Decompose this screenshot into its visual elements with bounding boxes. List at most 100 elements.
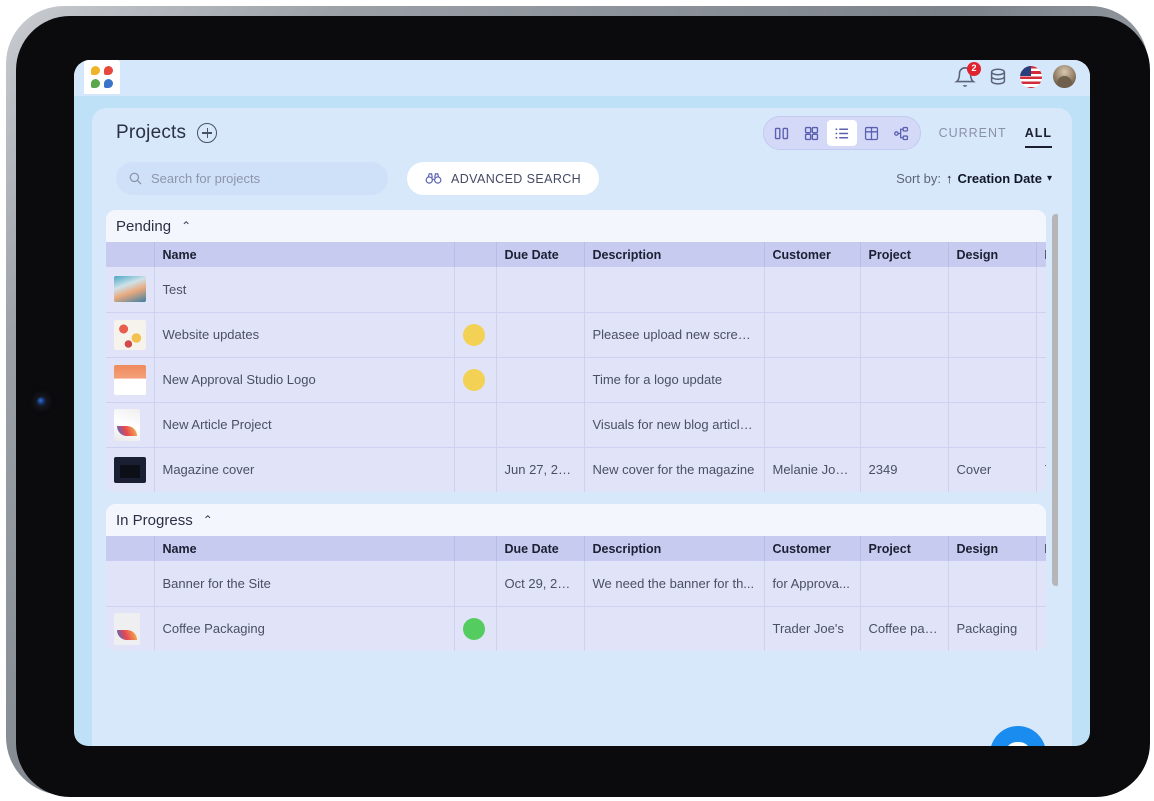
table-row[interactable]: Magazine cover Jun 27, 2024 New cover for …	[106, 447, 1046, 492]
project-thumbnail-image	[114, 408, 140, 441]
projects-scroll-area[interactable]: Pending ⌃ Name Due Date Description Customer P…	[106, 210, 1058, 746]
table-row[interactable]: Coffee Packaging Trader Joe's Coffee pack.…	[106, 606, 1046, 651]
row-status-cell[interactable]	[454, 561, 497, 607]
cell-customer: for Approva...	[764, 561, 861, 607]
tablet-device-frame: 2 Projects CURRENT ALL Search for projec…	[6, 6, 1150, 797]
cell-name: Banner for the Site	[154, 561, 455, 607]
column-header-customer[interactable]: Customer	[764, 242, 861, 267]
search-input[interactable]: Search for projects	[116, 162, 388, 195]
project-group: Pending ⌃ Name Due Date Description Customer P…	[106, 210, 1046, 492]
table-row[interactable]: New Article Project Visuals for new blog …	[106, 402, 1046, 448]
row-thumbnail-cell	[106, 357, 155, 403]
table-row[interactable]: Website updates Pleasee upload new screen…	[106, 312, 1046, 358]
cell-description: Visuals for new blog article ...	[584, 402, 765, 448]
cell-revision: 7	[1036, 447, 1046, 492]
approval-studio-logo-icon	[91, 66, 113, 88]
column-header-due-date[interactable]: Due Date	[496, 242, 585, 267]
row-status-cell[interactable]	[454, 606, 497, 651]
grid-view-icon[interactable]	[797, 120, 827, 146]
notifications-icon[interactable]: 2	[954, 61, 981, 88]
chevron-up-icon[interactable]: ⌃	[203, 514, 213, 526]
column-header[interactable]	[454, 242, 497, 267]
column-header-revision[interactable]: Revision	[1036, 242, 1046, 267]
column-header-design[interactable]: Design	[948, 536, 1037, 561]
cell-due-date	[496, 267, 585, 313]
notification-badge: 2	[967, 61, 981, 76]
column-header[interactable]	[106, 536, 155, 561]
row-thumbnail-cell	[106, 561, 155, 607]
cell-description	[584, 606, 765, 651]
header-right-controls: CURRENT ALL	[762, 116, 1053, 150]
cell-customer: Melanie Joh...	[764, 447, 861, 492]
chat-bubble-icon	[1005, 742, 1031, 746]
view-switcher	[762, 116, 921, 150]
vertical-scrollbar-thumb[interactable]	[1052, 214, 1058, 586]
column-header-project[interactable]: Project	[860, 242, 949, 267]
column-header-design[interactable]: Design	[948, 242, 1037, 267]
group-header-in-progress[interactable]: In Progress ⌃	[106, 504, 1046, 536]
cell-project	[860, 267, 949, 313]
tab-all[interactable]: ALL	[1024, 126, 1053, 148]
row-status-cell[interactable]	[454, 357, 497, 403]
column-header[interactable]	[454, 536, 497, 561]
list-view-icon[interactable]	[826, 120, 857, 146]
group-title: Pending	[116, 217, 172, 235]
group-header-pending[interactable]: Pending ⌃	[106, 210, 1046, 242]
group-title: In Progress	[116, 511, 193, 529]
columns-view-icon[interactable]	[767, 120, 797, 146]
sort-control[interactable]: Sort by: ↑ Creation Date ▾	[896, 171, 1052, 186]
table-row[interactable]: Test	[106, 267, 1046, 313]
advanced-search-button[interactable]: ADVANCED SEARCH	[407, 162, 600, 195]
cell-revision	[1036, 402, 1046, 448]
column-header-customer[interactable]: Customer	[764, 536, 861, 561]
cell-name: New Article Project	[154, 402, 455, 448]
app-screen: 2 Projects CURRENT ALL Search for projec…	[74, 60, 1090, 746]
row-status-cell[interactable]	[454, 312, 497, 358]
project-thumbnail-image	[114, 364, 146, 395]
row-status-cell[interactable]	[454, 402, 497, 448]
column-header-revision[interactable]: Revision	[1036, 536, 1046, 561]
sort-field-value[interactable]: Creation Date	[957, 171, 1042, 186]
cell-name: Coffee Packaging	[154, 606, 455, 651]
hierarchy-view-icon[interactable]	[887, 120, 917, 146]
project-group: In Progress ⌃ Name Due Date Description Custo…	[106, 504, 1046, 651]
table-header-row: Name Due Date Description Customer Project De…	[106, 242, 1046, 267]
column-header-project[interactable]: Project	[860, 536, 949, 561]
cell-design	[948, 357, 1037, 403]
column-header-name[interactable]: Name	[154, 242, 455, 267]
cell-customer: Trader Joe's	[764, 606, 861, 651]
row-status-cell[interactable]	[454, 447, 497, 492]
row-thumbnail-cell	[106, 606, 155, 651]
cell-design: Packaging	[948, 606, 1037, 651]
sort-direction-icon[interactable]: ↑	[946, 171, 953, 186]
projects-table: Name Due Date Description Customer Project De…	[106, 242, 1046, 492]
chevron-up-icon[interactable]: ⌃	[181, 220, 191, 232]
cell-revision	[1036, 606, 1046, 651]
storage-stack-icon[interactable]	[987, 66, 1009, 88]
vertical-scrollbar[interactable]	[1052, 214, 1058, 612]
table-row[interactable]: New Approval Studio Logo Time for a logo …	[106, 357, 1046, 403]
brand-logo[interactable]	[84, 60, 120, 94]
user-avatar[interactable]	[1053, 65, 1076, 88]
column-header[interactable]	[106, 242, 155, 267]
cell-due-date: Jun 27, 2024	[496, 447, 585, 492]
chevron-down-icon[interactable]: ▾	[1047, 173, 1052, 184]
front-camera-icon	[37, 397, 46, 406]
column-header-name[interactable]: Name	[154, 536, 455, 561]
language-flag-icon[interactable]	[1020, 65, 1042, 88]
row-thumbnail-cell	[106, 402, 155, 448]
cell-revision	[1036, 267, 1046, 313]
row-status-cell[interactable]	[454, 267, 497, 313]
cell-customer	[764, 267, 861, 313]
cell-due-date	[496, 606, 585, 651]
column-header-description[interactable]: Description	[584, 536, 765, 561]
cell-due-date	[496, 312, 585, 358]
flag-canton	[1020, 65, 1031, 76]
column-header-due-date[interactable]: Due Date	[496, 536, 585, 561]
tab-current[interactable]: CURRENT	[939, 126, 1007, 140]
cell-revision	[1036, 357, 1046, 403]
board-view-icon[interactable]	[857, 120, 887, 146]
add-project-button[interactable]	[197, 123, 218, 143]
table-row[interactable]: Banner for the Site Oct 29, 2022 We need t…	[106, 561, 1046, 607]
column-header-description[interactable]: Description	[584, 242, 765, 267]
